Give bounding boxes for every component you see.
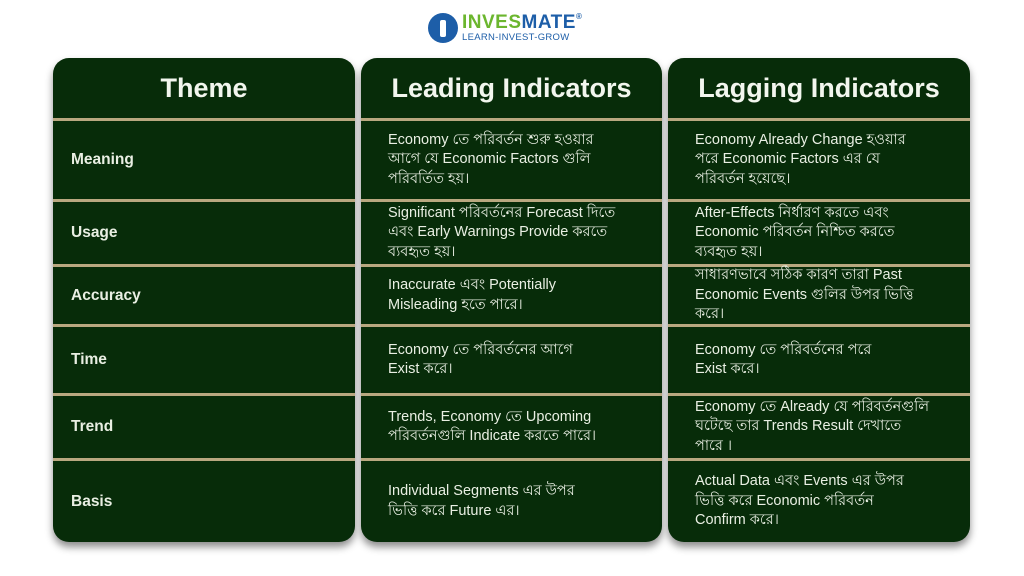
leading-cell-basis: Individual Segments এর উপর ভিত্তি করে Fu… [361,458,662,542]
leading-cell-usage: Significant পরিবর্তনের Forecast দিতে এবং… [361,199,662,264]
theme-cell-usage: Usage [53,199,355,264]
theme-cell-basis: Basis [53,458,355,542]
leading-cell-time: Economy তে পরিবর্তনের আগে Exist করে। [361,324,662,393]
theme-cell-time: Time [53,324,355,393]
header-lagging-indicators: Lagging Indicators [698,72,940,103]
lagging-cell-basis: Actual Data এবং Events এর উপর ভিত্তি করে… [668,458,970,542]
brand-name: INVESMATE® [462,12,583,34]
leading-cell-meaning: Economy তে পরিবর্তন শুরু হওয়ার আগে যে E… [361,118,662,199]
header-theme: Theme [160,72,248,103]
lagging-cell-time: Economy তে পরিবর্তনের পরে Exist করে। [668,324,970,393]
leading-indicators-column: Leading Indicators Economy তে পরিবর্তন শ… [361,58,662,542]
theme-cell-accuracy: Accuracy [53,264,355,324]
lagging-indicators-column: Lagging Indicators Economy Already Chang… [668,58,970,542]
invesmate-logo-icon [428,13,458,43]
leading-cell-trend: Trends, Economy তে Upcoming পরিবর্তনগুলি… [361,393,662,458]
leading-cell-accuracy: Inaccurate এবং Potentially Misleading হত… [361,264,662,324]
lagging-cell-trend: Economy তে Already যে পরিবর্তনগুলি ঘটেছে… [668,393,970,458]
lagging-cell-usage: After-Effects নির্ধারণ করতে এবং Economic… [668,199,970,264]
brand-tagline: LEARN-INVEST-GROW [462,32,570,44]
theme-column: Theme Meaning Usage Accuracy Time Trend … [53,58,355,542]
invesmate-logo: INVESMATE® LEARN-INVEST-GROW [428,10,582,46]
theme-cell-trend: Trend [53,393,355,458]
header-leading-indicators: Leading Indicators [391,72,632,103]
lagging-cell-accuracy: সাধারণভাবে সঠিক কারণ তারা Past Economic … [668,264,970,324]
theme-cell-meaning: Meaning [53,118,355,199]
lagging-cell-meaning: Economy Already Change হওয়ার পরে Econom… [668,118,970,199]
